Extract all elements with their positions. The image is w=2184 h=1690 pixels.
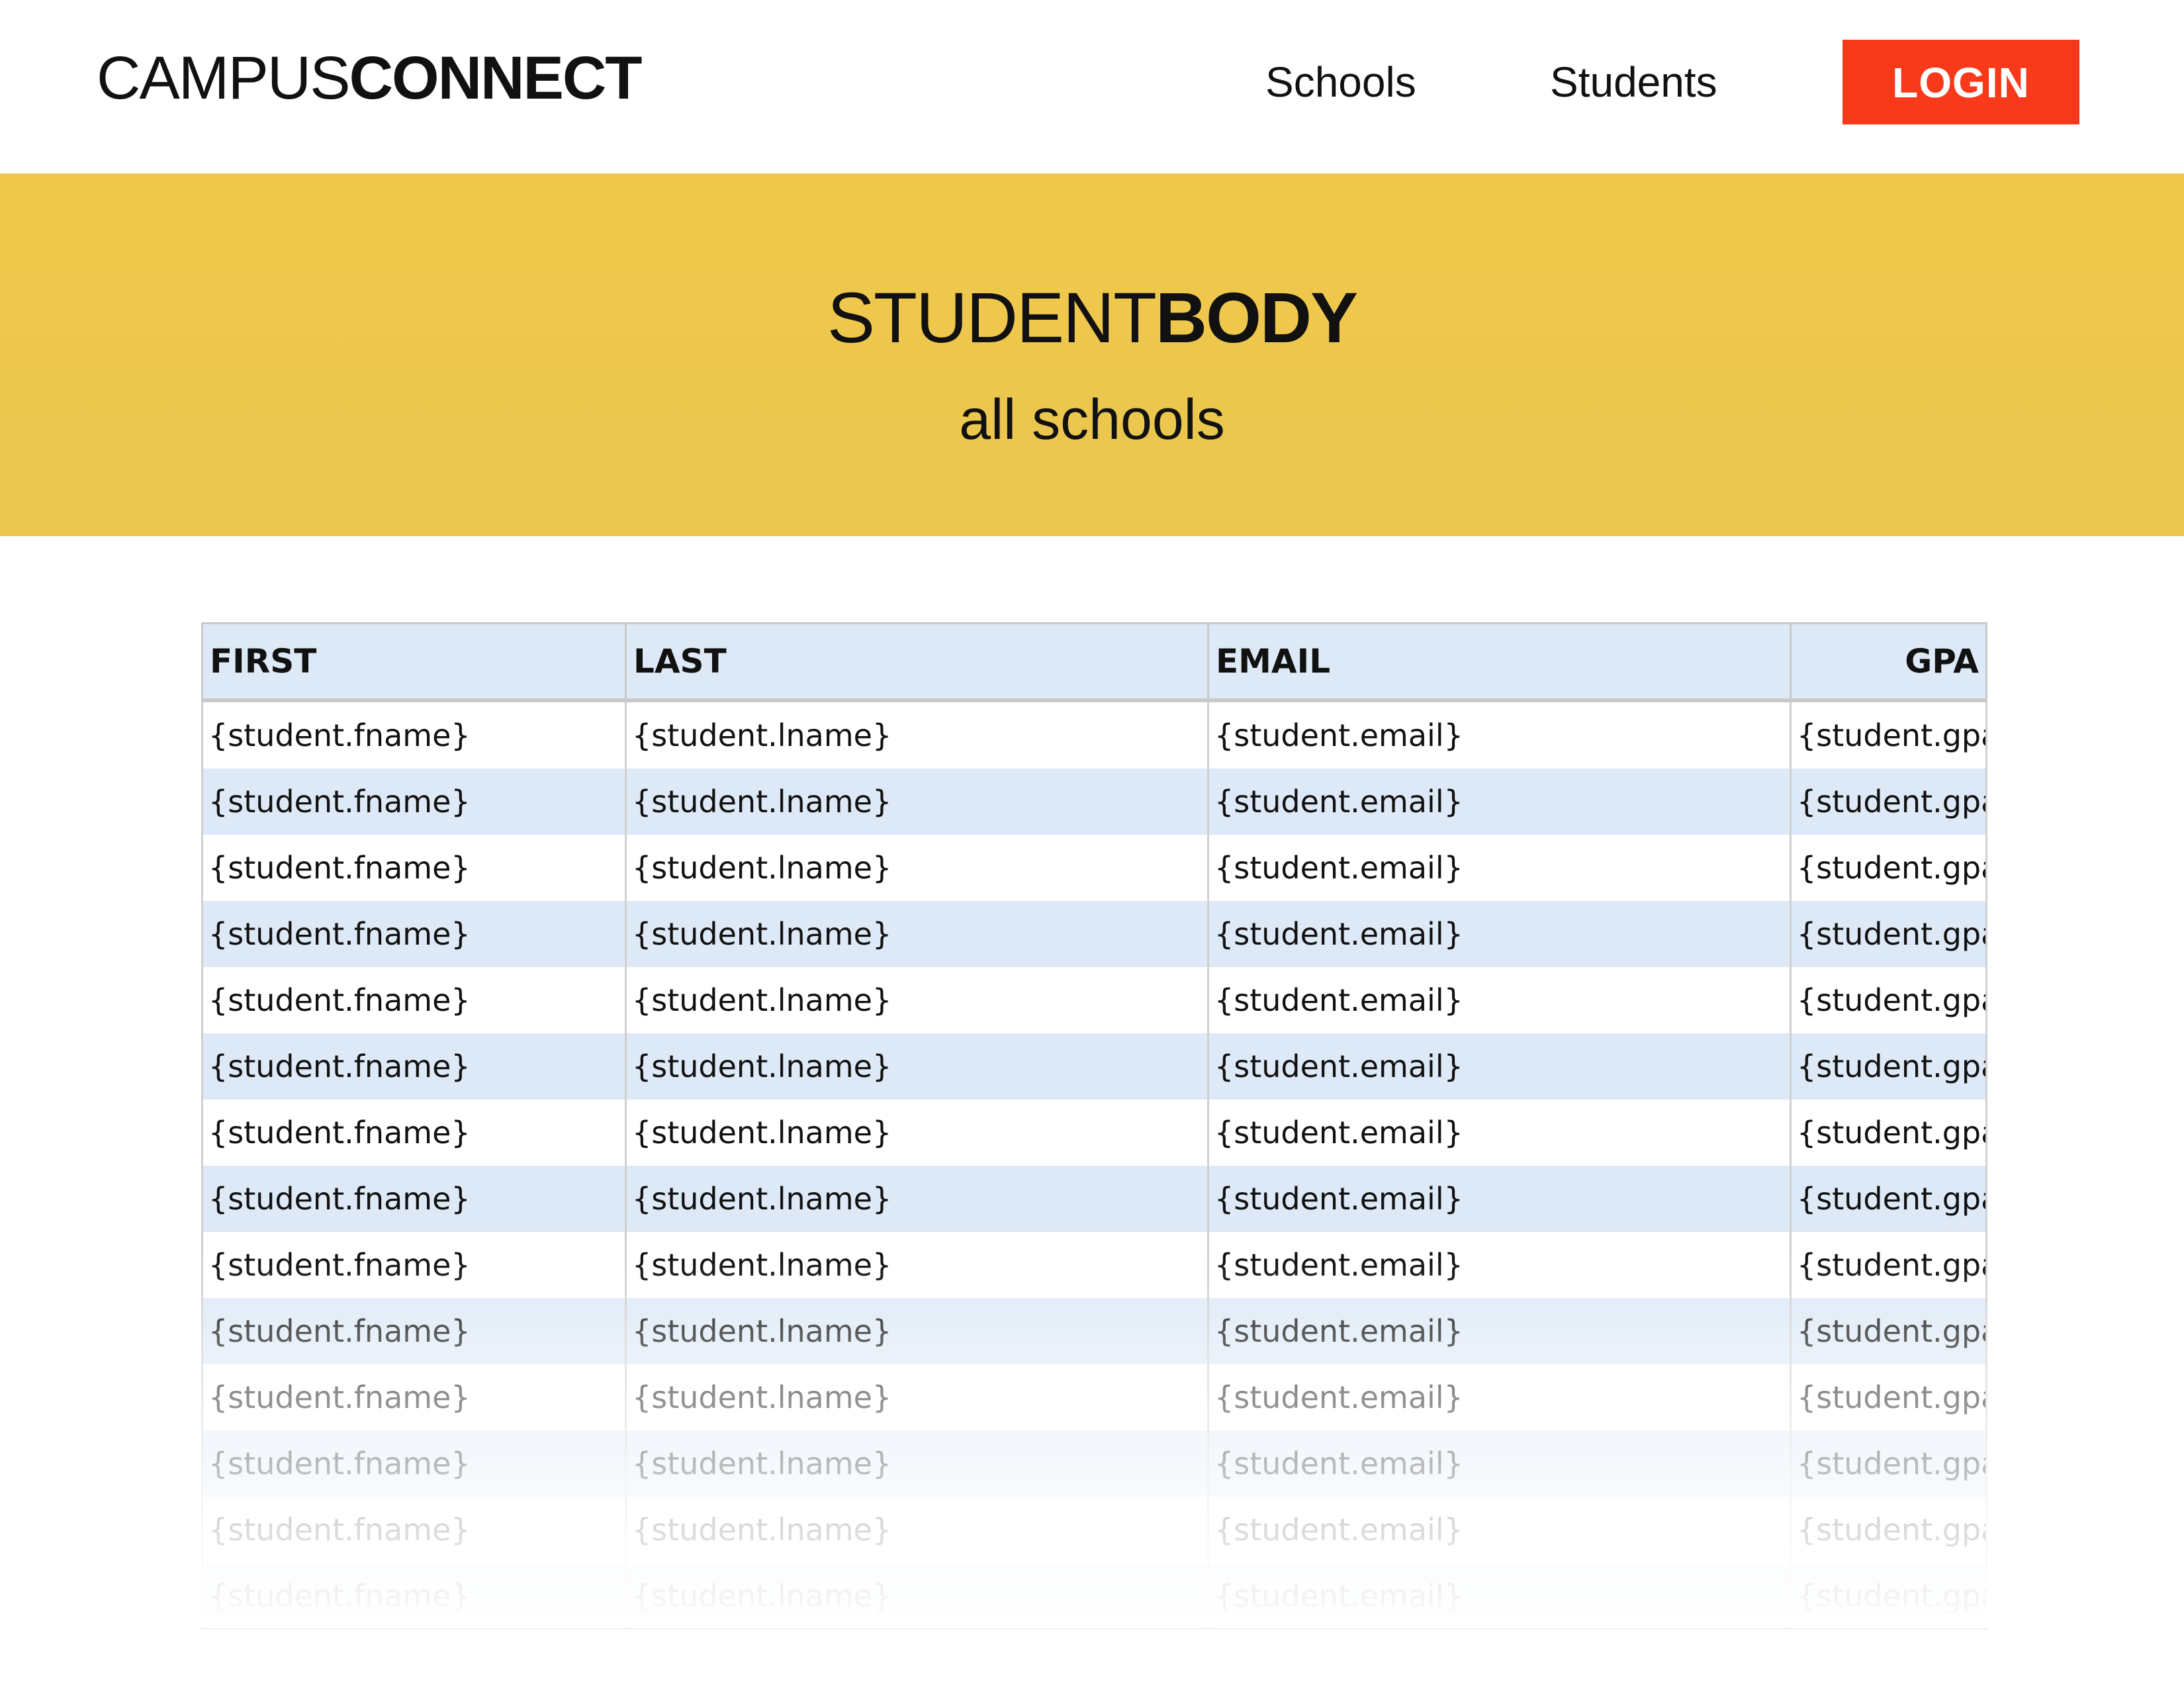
gpa-cell: {student.gpa} bbox=[1790, 900, 1987, 967]
gpa-cell: {student.gpa} bbox=[1790, 966, 1987, 1033]
gpa-cell: {student.gpa} bbox=[1790, 1231, 1987, 1298]
table-row[interactable]: {student.fname} {student.lname} {student.e… bbox=[201, 700, 1987, 769]
first-name-cell: {student.fname} bbox=[201, 900, 627, 967]
page-subtitle: all schools bbox=[959, 388, 1225, 451]
site-header: CAMPUSCONNECT Schools Students LOGIN bbox=[0, 0, 2184, 173]
page-title-light: STUDENT bbox=[827, 277, 1157, 357]
email-cell: {student.email} bbox=[1208, 900, 1792, 967]
last-name-cell: {student.lname} bbox=[625, 1033, 1209, 1100]
page-title: STUDENTBODY bbox=[0, 278, 2184, 357]
email-cell: {student.email} bbox=[1208, 1364, 1792, 1431]
gpa-cell: {student.gpa} bbox=[1790, 1562, 1987, 1629]
first-name-cell: {student.fname} bbox=[201, 1430, 627, 1497]
table-row[interactable]: {student.fname} {student.lname} {student.e… bbox=[201, 1231, 1987, 1298]
email-cell: {student.email} bbox=[1208, 1430, 1792, 1497]
gpa-cell: {student.gpa} bbox=[1790, 1033, 1987, 1100]
column-header-first[interactable]: FIRST bbox=[201, 622, 627, 702]
email-cell: {student.email} bbox=[1208, 966, 1792, 1033]
table-row[interactable]: {student.fname} {student.lname} {student.e… bbox=[201, 1364, 1987, 1431]
table-row[interactable]: {student.fname} {student.lname} {student.e… bbox=[201, 1496, 1987, 1563]
student-table: FIRST LAST EMAIL GPA {student.fname} {stu… bbox=[201, 622, 1987, 1629]
email-cell: {student.email} bbox=[1208, 1165, 1792, 1232]
gpa-cell: {student.gpa} bbox=[1790, 834, 1987, 901]
first-name-cell: {student.fname} bbox=[201, 1562, 627, 1629]
gpa-cell: {student.gpa} bbox=[1790, 1430, 1987, 1497]
email-cell: {student.email} bbox=[1208, 1231, 1792, 1298]
last-name-cell: {student.lname} bbox=[625, 834, 1209, 901]
email-cell: {student.email} bbox=[1208, 700, 1792, 769]
email-cell: {student.email} bbox=[1208, 1099, 1792, 1166]
table-header-row: FIRST LAST EMAIL GPA bbox=[201, 622, 1987, 702]
table-row[interactable]: {student.fname} {student.lname} {student.e… bbox=[201, 900, 1987, 967]
table-row[interactable]: {student.fname} {student.lname} {student.e… bbox=[201, 1165, 1987, 1232]
table-row[interactable]: {student.fname} {student.lname} {student.e… bbox=[201, 1099, 1987, 1166]
gpa-cell: {student.gpa} bbox=[1790, 1297, 1987, 1364]
last-name-cell: {student.lname} bbox=[625, 1496, 1209, 1563]
table-row[interactable]: {student.fname} {student.lname} {student.e… bbox=[201, 1297, 1987, 1364]
first-name-cell: {student.fname} bbox=[201, 700, 627, 769]
last-name-cell: {student.lname} bbox=[625, 1099, 1209, 1166]
logo-bold-text: CONNECT bbox=[349, 44, 643, 112]
last-name-cell: {student.lname} bbox=[625, 768, 1209, 835]
last-name-cell: {student.lname} bbox=[625, 966, 1209, 1033]
logo[interactable]: CAMPUSCONNECT bbox=[97, 44, 643, 112]
last-name-cell: {student.lname} bbox=[625, 1430, 1209, 1497]
table-row[interactable]: {student.fname} {student.lname} {student.e… bbox=[201, 1562, 1987, 1629]
first-name-cell: {student.fname} bbox=[201, 1231, 627, 1298]
last-name-cell: {student.lname} bbox=[625, 1297, 1209, 1364]
gpa-cell: {student.gpa} bbox=[1790, 700, 1987, 769]
table-row[interactable]: {student.fname} {student.lname} {student.e… bbox=[201, 834, 1987, 901]
email-cell: {student.email} bbox=[1208, 768, 1792, 835]
login-button[interactable]: LOGIN bbox=[1843, 40, 2079, 124]
nav-link-schools[interactable]: Schools bbox=[1265, 56, 1416, 109]
email-cell: {student.email} bbox=[1208, 1562, 1792, 1629]
email-cell: {student.email} bbox=[1208, 834, 1792, 901]
last-name-cell: {student.lname} bbox=[625, 1562, 1209, 1629]
column-header-email[interactable]: EMAIL bbox=[1208, 622, 1792, 702]
first-name-cell: {student.fname} bbox=[201, 768, 627, 835]
page-banner: STUDENTBODY all schools bbox=[0, 173, 2184, 536]
email-cell: {student.email} bbox=[1208, 1297, 1792, 1364]
student-table-container: FIRST LAST EMAIL GPA {student.fname} {stu… bbox=[201, 622, 1987, 1629]
gpa-cell: {student.gpa} bbox=[1790, 768, 1987, 835]
gpa-cell: {student.gpa} bbox=[1790, 1364, 1987, 1431]
logo-light-text: CAMPUS bbox=[97, 44, 351, 112]
gpa-cell: {student.gpa} bbox=[1790, 1165, 1987, 1232]
first-name-cell: {student.fname} bbox=[201, 1496, 627, 1563]
first-name-cell: {student.fname} bbox=[201, 1033, 627, 1100]
gpa-cell: {student.gpa} bbox=[1790, 1099, 1987, 1166]
last-name-cell: {student.lname} bbox=[625, 1231, 1209, 1298]
last-name-cell: {student.lname} bbox=[625, 700, 1209, 769]
last-name-cell: {student.lname} bbox=[625, 900, 1209, 967]
column-header-gpa[interactable]: GPA bbox=[1790, 622, 1987, 702]
email-cell: {student.email} bbox=[1208, 1496, 1792, 1563]
first-name-cell: {student.fname} bbox=[201, 1364, 627, 1431]
column-header-last[interactable]: LAST bbox=[625, 622, 1209, 702]
table-row[interactable]: {student.fname} {student.lname} {student.e… bbox=[201, 768, 1987, 835]
first-name-cell: {student.fname} bbox=[201, 966, 627, 1033]
email-cell: {student.email} bbox=[1208, 1033, 1792, 1100]
first-name-cell: {student.fname} bbox=[201, 1165, 627, 1232]
first-name-cell: {student.fname} bbox=[201, 1099, 627, 1166]
table-body: {student.fname} {student.lname} {student.e… bbox=[201, 700, 1987, 1629]
gpa-cell: {student.gpa} bbox=[1790, 1496, 1987, 1563]
table-row[interactable]: {student.fname} {student.lname} {student.e… bbox=[201, 1430, 1987, 1497]
page-title-bold: BODY bbox=[1155, 277, 1358, 357]
last-name-cell: {student.lname} bbox=[625, 1364, 1209, 1431]
last-name-cell: {student.lname} bbox=[625, 1165, 1209, 1232]
first-name-cell: {student.fname} bbox=[201, 1297, 627, 1364]
first-name-cell: {student.fname} bbox=[201, 834, 627, 901]
nav-link-students[interactable]: Students bbox=[1550, 56, 1717, 109]
table-row[interactable]: {student.fname} {student.lname} {student.e… bbox=[201, 1033, 1987, 1100]
table-row[interactable]: {student.fname} {student.lname} {student.e… bbox=[201, 966, 1987, 1033]
